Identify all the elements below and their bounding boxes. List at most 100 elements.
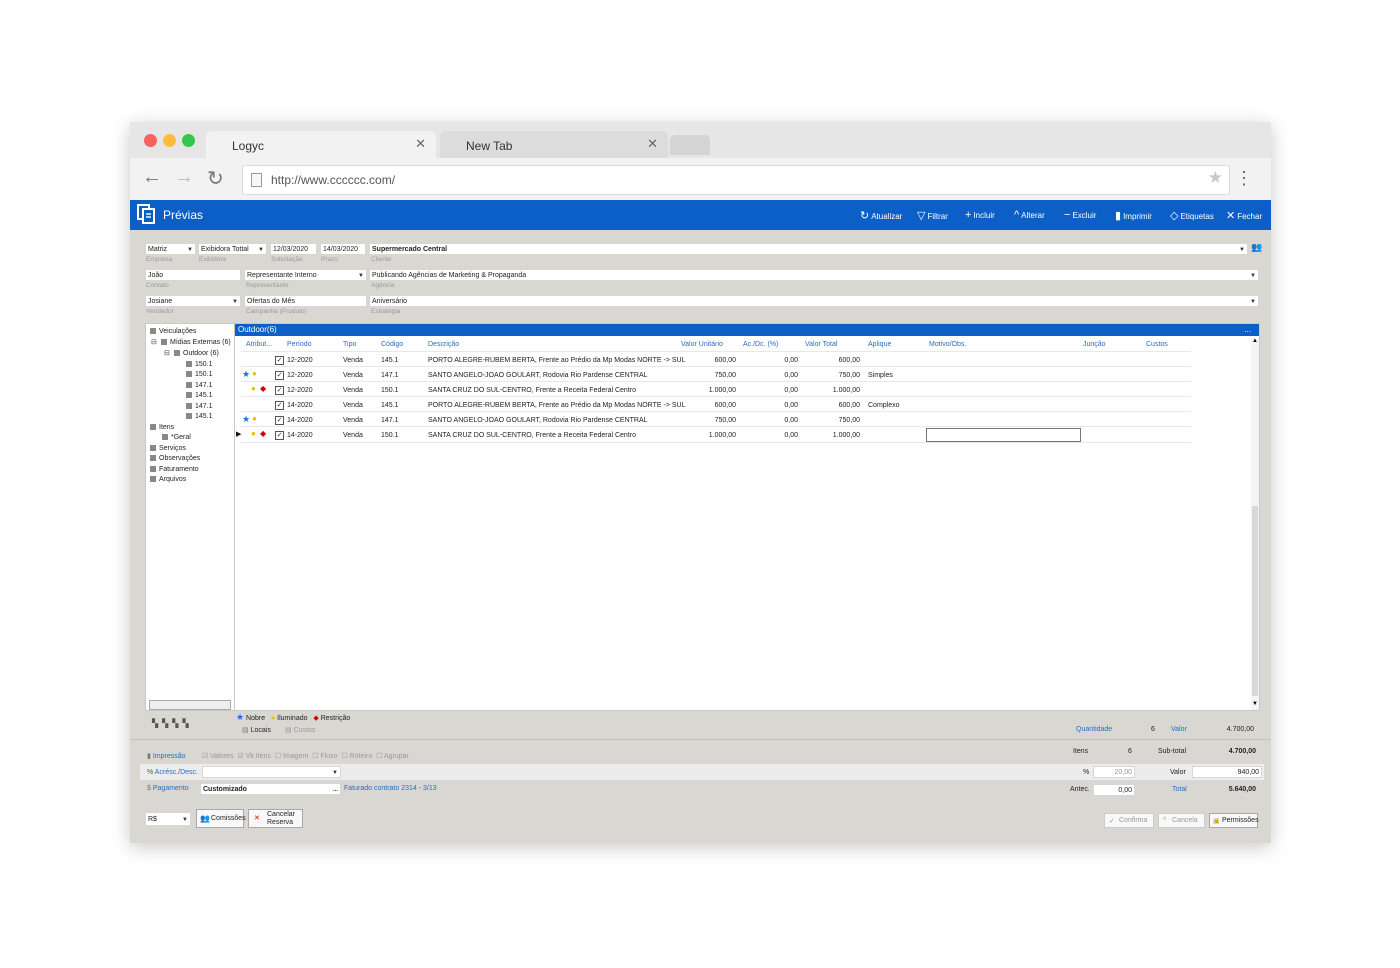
grid-more-button[interactable]: ...: [1244, 324, 1251, 336]
tree-item-code[interactable]: 145.1: [186, 392, 213, 399]
solicitacao-field[interactable]: 12/03/2020: [270, 243, 317, 255]
empresa-select[interactable]: Matriz ▼: [145, 243, 196, 255]
row-checkbox[interactable]: ✓: [275, 401, 284, 410]
vlritens-checkbox[interactable]: ☑ Vlr.Itens: [237, 753, 271, 760]
minimize-window-button[interactable]: [163, 134, 176, 147]
toolbar-excluir[interactable]: − Excluir: [1064, 209, 1096, 221]
chevron-down-icon[interactable]: ▼: [187, 244, 193, 254]
chevron-down-icon[interactable]: ▼: [1250, 270, 1256, 280]
estrategia-select[interactable]: Aniversário ▼: [369, 295, 1259, 307]
maximize-window-button[interactable]: [182, 134, 195, 147]
faturado-link[interactable]: Faturado contrato 2314 - 3/13: [344, 785, 437, 792]
close-window-button[interactable]: [144, 134, 157, 147]
tree-item-midias[interactable]: Mídias Externas (6): [161, 339, 231, 346]
pct-field[interactable]: 20,00: [1093, 766, 1135, 778]
tree-item-code[interactable]: 147.1: [186, 382, 213, 389]
impressao-button[interactable]: ▮ Impressão: [147, 752, 186, 760]
tree-item-code[interactable]: 150.1: [186, 361, 213, 368]
chevron-down-icon[interactable]: ▼: [332, 767, 338, 777]
valor-desc-field[interactable]: 940,00: [1192, 766, 1262, 778]
chevron-down-icon[interactable]: ▼: [1250, 296, 1256, 306]
close-icon[interactable]: ✕: [415, 136, 426, 152]
tree-item-code[interactable]: 150.1: [186, 371, 213, 378]
toolbar-alterar[interactable]: ^ Alterar: [1014, 209, 1045, 221]
acresc-select[interactable]: ▼: [202, 766, 341, 778]
toolbar-incluir[interactable]: + Incluir: [965, 209, 995, 221]
col-descricao[interactable]: Descrição: [428, 341, 459, 348]
antec-field[interactable]: 0,00: [1093, 784, 1135, 796]
permissoes-button[interactable]: ▣ Permissões: [1209, 813, 1259, 828]
tree-item-outdoor[interactable]: Outdoor (6): [174, 350, 219, 357]
col-codigo[interactable]: Código: [381, 341, 403, 348]
agrupar-checkbox[interactable]: ☐ Agrupar: [376, 753, 409, 760]
fluxo-checkbox[interactable]: ☐ Fluxo: [312, 753, 337, 760]
representante-select[interactable]: Representante Interno ▼: [244, 269, 367, 281]
tree-item-code[interactable]: 147.1: [186, 403, 213, 410]
cancelar-reserva-button[interactable]: ✕ Cancelar Reserva: [248, 809, 303, 828]
roteiro-checkbox[interactable]: ☐ Roteiro: [341, 753, 372, 760]
col-atributos[interactable]: Atribut...: [246, 341, 272, 348]
col-periodo[interactable]: Período: [287, 341, 312, 348]
col-valor-total[interactable]: Valor Total: [805, 341, 837, 348]
tree-item-itens[interactable]: Itens: [150, 424, 174, 431]
chevron-down-icon[interactable]: ▼: [1239, 244, 1245, 254]
chevron-down-icon[interactable]: ▼: [232, 296, 238, 306]
scroll-up-icon[interactable]: ▲: [1252, 338, 1258, 344]
tree-item-servicos[interactable]: Serviços: [150, 445, 186, 452]
menu-kebab-icon[interactable]: ⋮: [1235, 168, 1253, 189]
pagamento-select[interactable]: Customizado...: [200, 783, 341, 795]
tree-hscroll[interactable]: [149, 700, 231, 710]
scroll-down-icon[interactable]: ▼: [1252, 701, 1258, 707]
toolbar-imprimir[interactable]: ▮ Imprimir: [1115, 209, 1152, 222]
row-checkbox[interactable]: ✓: [275, 431, 284, 440]
row-checkbox[interactable]: ✓: [275, 371, 284, 380]
cliente-select[interactable]: Supermercado Central ▼: [369, 243, 1248, 255]
moeda-select[interactable]: R$ ▼: [145, 812, 191, 826]
pagamento-more-button[interactable]: ...: [333, 784, 338, 794]
row-checkbox[interactable]: ✓: [275, 416, 284, 425]
star-icon[interactable]: ★: [1208, 168, 1223, 188]
scroll-thumb[interactable]: [1252, 506, 1258, 696]
close-icon[interactable]: ✕: [647, 136, 658, 152]
col-aplique[interactable]: Aplique: [868, 341, 891, 348]
col-juncao[interactable]: Junção: [1083, 341, 1106, 348]
confirma-button[interactable]: ✓ Confirma: [1104, 813, 1154, 828]
col-custos[interactable]: Custos: [1146, 341, 1168, 348]
chevron-down-icon[interactable]: ▼: [182, 813, 188, 825]
collapse-icon[interactable]: ⊟: [164, 349, 170, 357]
comissoes-button[interactable]: 👥 Comissões: [196, 809, 246, 828]
chevron-down-icon[interactable]: ▼: [358, 270, 364, 280]
col-motivo[interactable]: Motivo/Obs.: [929, 341, 966, 348]
imagem-checkbox[interactable]: ☐ Imagem: [275, 753, 309, 760]
tree-item-arquivos[interactable]: Arquivos: [150, 476, 186, 483]
toolbar-etiquetas[interactable]: ◇ Etiquetas: [1170, 209, 1214, 222]
browser-tab-active[interactable]: Logyc ✕: [206, 131, 436, 158]
contato-field[interactable]: João: [145, 269, 241, 281]
cancela-button[interactable]: ^ Cancela: [1158, 813, 1205, 828]
tree-item-geral[interactable]: *Geral: [162, 434, 191, 441]
row-checkbox[interactable]: ✓: [275, 386, 284, 395]
vendedor-select[interactable]: Josiane ▼: [145, 295, 241, 307]
toolbar-filtrar[interactable]: ▽ Filtrar: [917, 209, 948, 222]
browser-tab[interactable]: New Tab ✕: [440, 131, 668, 158]
address-bar[interactable]: http://www.cccccc.com/ ★: [242, 165, 1230, 195]
col-valor-unitario[interactable]: Valor Unitário: [681, 341, 723, 348]
collapse-icon[interactable]: ⊟: [151, 338, 157, 346]
valores-checkbox[interactable]: ☑ Valores: [202, 753, 233, 760]
forward-arrow-icon[interactable]: →: [174, 166, 194, 189]
col-tipo[interactable]: Tipo: [343, 341, 356, 348]
tree-item-faturamento[interactable]: Faturamento: [150, 466, 199, 473]
grid-vscroll[interactable]: ▲ ▼: [1251, 338, 1259, 710]
row-checkbox[interactable]: ✓: [275, 356, 284, 365]
tree-item-observacoes[interactable]: Observações: [150, 455, 200, 462]
agencia-select[interactable]: Publicando Agências de Marketing & Propa…: [369, 269, 1259, 281]
locais-button[interactable]: ▤ Locais: [242, 726, 271, 734]
motivo-obs-editor[interactable]: [926, 428, 1081, 442]
exibidora-select[interactable]: Exibidora Tottal ▼: [198, 243, 267, 255]
new-tab-button[interactable]: [670, 135, 710, 155]
prazo-field[interactable]: 14/03/2020: [320, 243, 366, 255]
chevron-down-icon[interactable]: ▼: [258, 244, 264, 254]
tree-item-veiculacoes[interactable]: Veiculações: [150, 328, 196, 335]
toolbar-atualizar[interactable]: ↻ Atualizar: [860, 209, 902, 222]
tree-item-code[interactable]: 145.1: [186, 413, 213, 420]
